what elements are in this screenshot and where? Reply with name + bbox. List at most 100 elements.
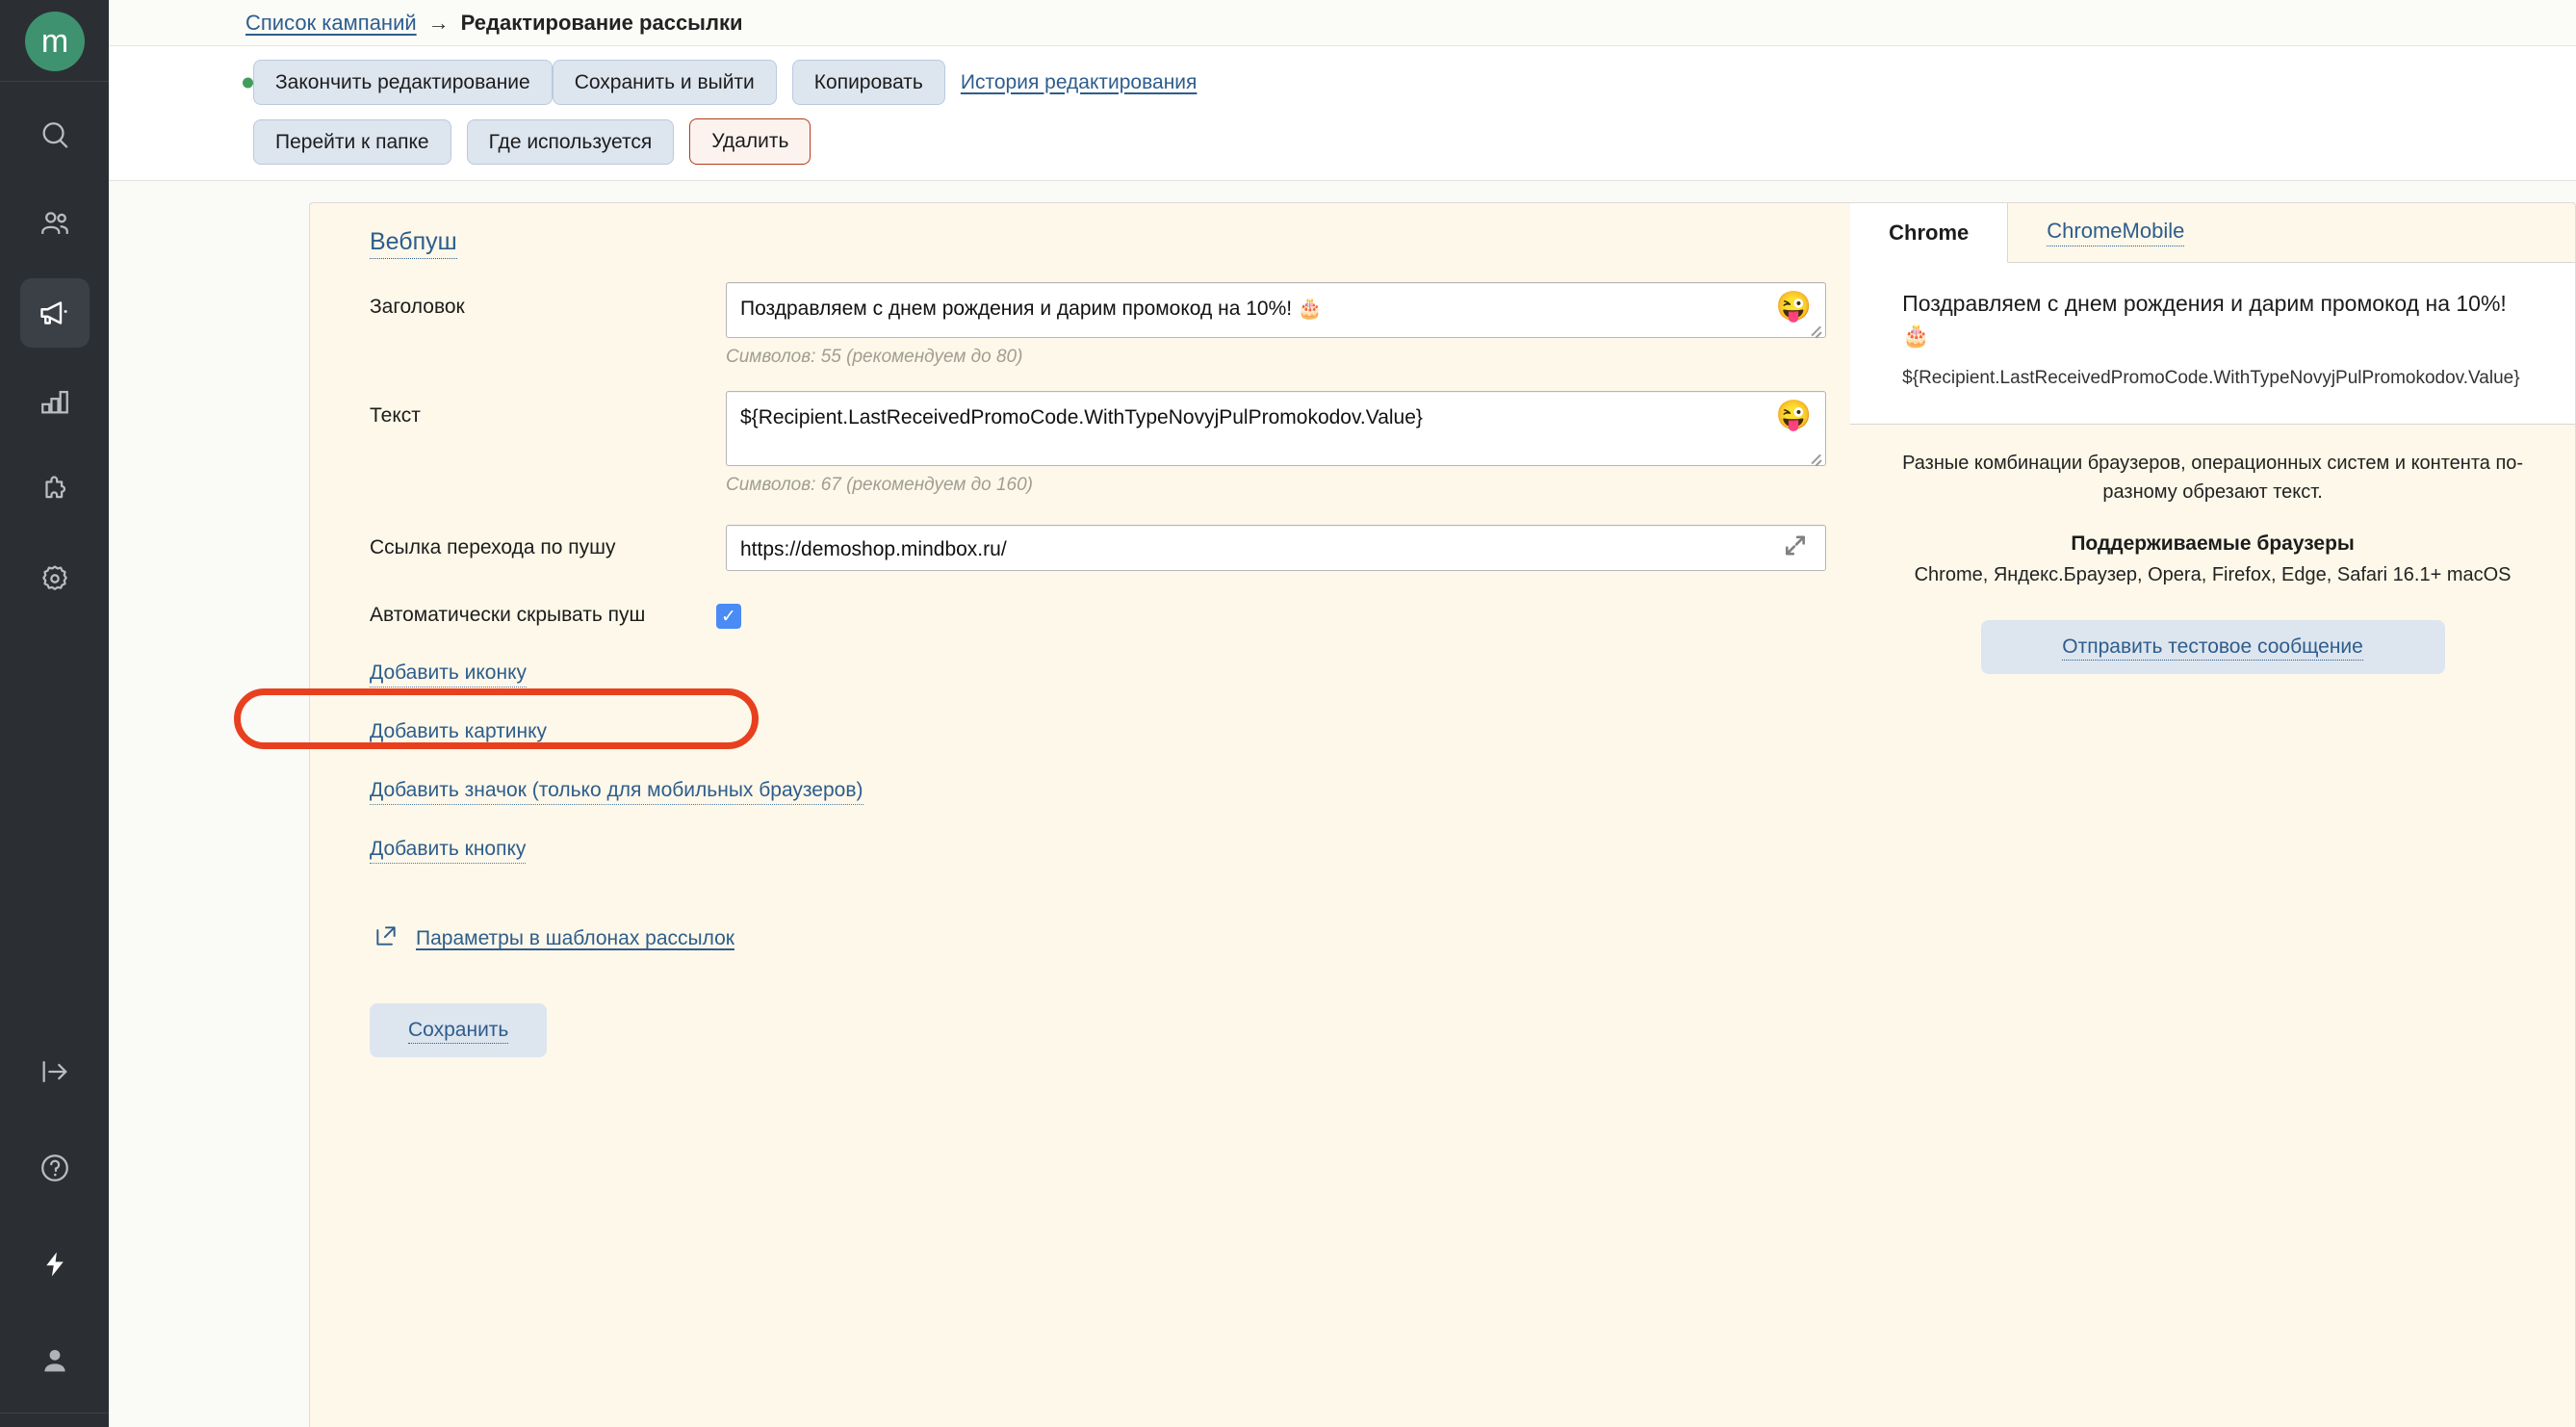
breadcrumb-current: Редактирование рассылки <box>460 10 743 35</box>
lightning-bolt-icon <box>40 1250 69 1279</box>
url-input-value: https://demoshop.mindbox.ru/ <box>740 538 1007 561</box>
sidebar-item-settings[interactable] <box>20 544 90 613</box>
puzzle-icon <box>39 474 71 506</box>
help-icon <box>39 1152 71 1184</box>
add-links-group: Добавить иконку <box>310 629 1850 688</box>
resize-grip-icon[interactable] <box>1807 320 1822 335</box>
emoji-picker-icon-2[interactable]: 😜 <box>1776 402 1812 430</box>
sidebar-item-help[interactable] <box>20 1133 90 1203</box>
sidebar-item-integrations[interactable] <box>20 455 90 525</box>
save-and-exit-button[interactable]: Сохранить и выйти <box>552 60 777 106</box>
edit-history-link[interactable]: История редактирования <box>961 71 1198 94</box>
emoji-picker-icon[interactable]: 😜 <box>1776 293 1812 322</box>
title-label: Заголовок <box>370 296 465 319</box>
sidebar-item-search[interactable] <box>20 101 90 170</box>
expand-sidebar-icon <box>39 1055 71 1088</box>
unsaved-status-dot <box>243 77 253 89</box>
sidebar-bottom-divider <box>0 1413 109 1414</box>
tab-chromemobile[interactable]: ChromeMobile <box>2008 203 2575 262</box>
delete-button[interactable]: Удалить <box>689 118 811 166</box>
preview-panel: Chrome ChromeMobile Поздравляем с днем р… <box>1850 202 2576 1427</box>
brand-logo[interactable]: m <box>24 12 85 71</box>
search-icon <box>39 119 71 152</box>
url-field: https://demoshop.mindbox.ru/ <box>726 525 1850 572</box>
gear-icon <box>39 562 71 595</box>
bar-chart-icon <box>39 385 71 418</box>
preview-notification-body: ${Recipient.LastReceivedPromoCode.WithTy… <box>1902 367 2520 388</box>
account-avatar-icon <box>39 1344 71 1377</box>
sidebar-rail: m <box>0 0 109 1427</box>
breadcrumb: Список кампаний → Редактирование рассылк… <box>109 0 2576 46</box>
sidebar-divider <box>0 81 109 82</box>
add-button-link[interactable]: Добавить кнопку <box>370 838 527 865</box>
sidebar-item-account[interactable] <box>20 1326 90 1395</box>
autohide-checkbox[interactable]: ✓ <box>716 604 741 630</box>
sidebar-item-expand[interactable] <box>20 1037 90 1106</box>
url-input[interactable]: https://demoshop.mindbox.ru/ <box>726 525 1826 572</box>
add-image-link[interactable]: Добавить картинку <box>370 720 548 747</box>
add-links-group-2: Добавить картинку <box>310 688 1850 747</box>
webpush-editor-card: Вебпуш Заголовок Поздравляем с днем рожд… <box>309 202 1851 1427</box>
sidebar-bottom-group <box>0 1010 109 1414</box>
send-test-message-button[interactable]: Отправить тестовое сообщение <box>1980 619 2445 674</box>
url-row: Ссылка перехода по пушу https://demoshop… <box>310 525 1850 572</box>
add-badge-link[interactable]: Добавить значок (только для мобильных бр… <box>370 779 863 806</box>
sidebar-item-quick-actions[interactable] <box>20 1230 90 1299</box>
text-label: Текст <box>370 404 421 428</box>
url-label: Ссылка перехода по пушу <box>370 536 616 559</box>
text-row: Текст ${Recipient.LastReceivedPromoCode.… <box>310 391 1850 496</box>
save-button[interactable]: Сохранить <box>370 1003 548 1058</box>
preview-notification: Поздравляем с днем рождения и дарим пром… <box>1850 263 2575 426</box>
brand-logo-letter: m <box>40 23 68 60</box>
add-icon-link[interactable]: Добавить иконку <box>370 662 527 688</box>
text-field: ${Recipient.LastReceivedPromoCode.WithTy… <box>726 391 1850 496</box>
preview-tabs: Chrome ChromeMobile <box>1850 203 2575 264</box>
tab-chrome-label: Chrome <box>1889 220 1970 245</box>
params-row: Параметры в шаблонах рассылок <box>374 923 1850 953</box>
sidebar-item-customers[interactable] <box>20 190 90 259</box>
text-input-value: ${Recipient.LastReceivedPromoCode.WithTy… <box>740 406 1423 429</box>
supported-browsers-list: Chrome, Яндекс.Браузер, Opera, Firefox, … <box>1914 563 2512 585</box>
text-input[interactable]: ${Recipient.LastReceivedPromoCode.WithTy… <box>726 391 1826 467</box>
title-row: Заголовок Поздравляем с днем рождения и … <box>310 282 1850 368</box>
autohide-field: ✓ <box>716 594 1850 630</box>
sidebar-item-campaigns[interactable] <box>19 278 90 348</box>
tab-chrome[interactable]: Chrome <box>1850 203 2009 264</box>
params-in-templates-link[interactable]: Параметры в шаблонах рассылок <box>416 927 734 950</box>
title-char-hint: Символов: 55 (рекомендуем до 80) <box>726 347 1023 368</box>
content-area: Список кампаний → Редактирование рассылк… <box>109 0 2576 1427</box>
app-root: m Список кампаний → Редактирование рассы… <box>0 0 2576 1427</box>
copy-button[interactable]: Копировать <box>791 60 945 106</box>
sidebar-item-analytics[interactable] <box>20 367 90 436</box>
save-button-label: Сохранить <box>408 1019 509 1045</box>
add-links-group-3: Добавить значок (только для мобильных бр… <box>310 746 1850 806</box>
autohide-row: Автоматически скрывать пуш ✓ <box>310 594 1850 630</box>
preview-note: Разные комбинации браузеров, операционны… <box>1902 453 2524 503</box>
preview-notification-title: Поздравляем с днем рождения и дарим пром… <box>1902 291 2507 349</box>
finish-editing-button[interactable]: Закончить редактирование <box>253 60 553 106</box>
title-input[interactable]: Поздравляем с днем рождения и дарим пром… <box>726 282 1826 339</box>
breadcrumb-parent-link[interactable]: Список кампаний <box>245 11 417 36</box>
tab-chromemobile-label: ChromeMobile <box>2047 219 2185 247</box>
go-to-folder-button[interactable]: Перейти к папке <box>253 118 451 165</box>
webpush-form: Вебпуш Заголовок Поздравляем с днем рожд… <box>310 203 1850 1058</box>
send-test-message-label: Отправить тестовое сообщение <box>2062 635 2363 661</box>
users-icon <box>39 208 71 241</box>
check-icon: ✓ <box>721 606 736 627</box>
text-char-hint: Символов: 67 (рекомендуем до 160) <box>726 475 1034 496</box>
title-input-value: Поздравляем с днем рождения и дарим пром… <box>740 298 1324 321</box>
finish-editing-wrap: Закончить редактирование <box>243 60 553 106</box>
action-toolbar: Закончить редактирование Сохранить и вый… <box>109 46 2576 182</box>
external-link-icon <box>374 923 399 953</box>
title-field: Поздравляем с днем рождения и дарим пром… <box>726 282 1850 368</box>
add-links-group-4: Добавить кнопку <box>310 805 1850 865</box>
webpush-section-title[interactable]: Вебпуш <box>370 228 457 260</box>
resize-grip-icon-2[interactable] <box>1807 448 1822 463</box>
where-used-button[interactable]: Где используется <box>466 118 675 165</box>
breadcrumb-arrow-icon: → <box>427 10 450 35</box>
main-region: Вебпуш Заголовок Поздравляем с днем рожд… <box>109 181 2576 1427</box>
autohide-label: Автоматически скрывать пуш <box>370 604 646 627</box>
expand-editor-icon[interactable] <box>1783 533 1808 563</box>
supported-browsers-heading: Поддерживаемые браузеры <box>2071 532 2355 555</box>
megaphone-icon <box>38 296 72 330</box>
